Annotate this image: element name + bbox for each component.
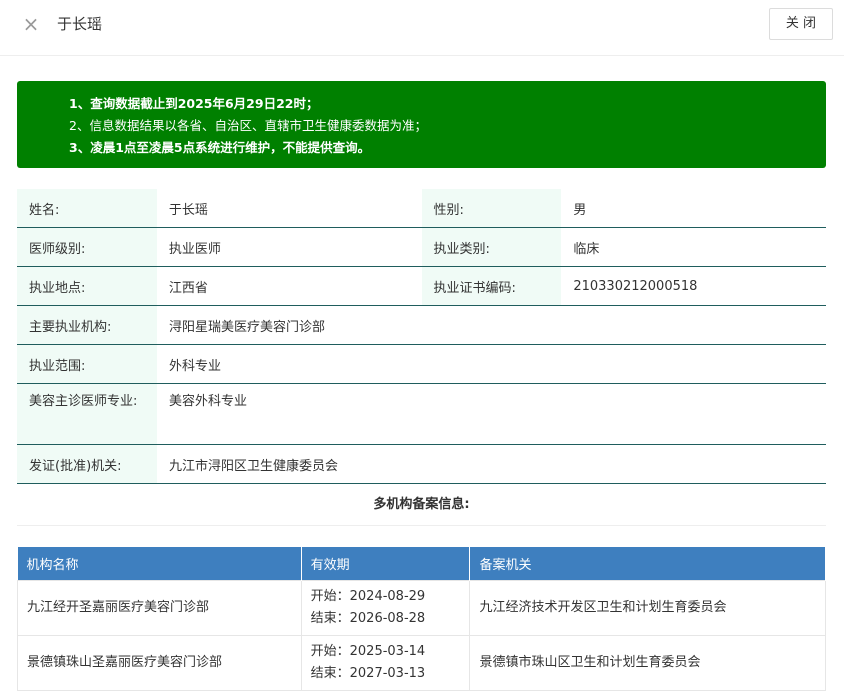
cosmetic-label: 美容主诊医师专业: [17,384,157,444]
authority-cell: 景德镇市珠山区卫生和计划生育委员会 [469,634,826,691]
authority-cell: 九江经济技术开发区卫生和计划生育委员会 [469,579,826,636]
issuer-value: 九江市浔阳区卫生健康委员会 [169,458,339,474]
location-label: 执业地点: [17,267,157,305]
close-button[interactable]: 关 闭 [769,8,833,40]
col-header-authority: 备案机关 [469,547,826,580]
category-value: 临床 [573,241,600,257]
doctor-info-table: 姓名: 于长瑶 性别: 男 医师级别: 执业医师 执业类别: 临床 执业地点: … [17,189,826,484]
info-row-name: 姓名: 于长瑶 性别: 男 [17,189,826,228]
info-row-scope: 执业范围: 外科专业 [17,345,826,384]
info-row-issuer: 发证(批准)机关: 九江市浔阳区卫生健康委员会 [17,445,826,484]
notice-line-1: 1、查询数据截止到2025年6月29日22时； [69,96,319,111]
col-header-validity: 有效期 [301,547,471,580]
table-header-row: 机构名称 有效期 备案机关 [17,547,826,580]
name-value: 于长瑶 [168,202,208,218]
multi-org-table: 机构名称 有效期 备案机关 九江经开圣嘉丽医疗美容门诊部 开始：2024-08-… [17,547,826,691]
location-value: 江西省 [168,280,208,296]
scope-label: 执业范围: [17,345,157,383]
cosmetic-value: 美容外科专业 [169,394,248,409]
table-row: 九江经开圣嘉丽医疗美容门诊部 开始：2024-08-29 结束：2026-08-… [17,579,826,636]
org-name-cell: 九江经开圣嘉丽医疗美容门诊部 [17,579,302,636]
level-label: 医师级别: [17,228,157,266]
validity-cell: 开始：2024-08-29 结束：2026-08-28 [300,579,471,636]
name-label: 姓名: [17,189,157,227]
validity-end: 结束：2027-03-13 [310,665,426,681]
org-name-cell: 景德镇珠山圣嘉丽医疗美容门诊部 [17,634,302,691]
gender-value: 男 [573,202,587,218]
dialog-title: 于长瑶 [57,15,103,33]
table-row: 景德镇珠山圣嘉丽医疗美容门诊部 开始：2025-03-14 结束：2027-03… [17,634,826,691]
info-row-location: 执业地点: 江西省 执业证书编码: 210330212000518 [17,267,826,306]
issuer-label: 发证(批准)机关: [17,445,157,483]
validity-cell: 开始：2025-03-14 结束：2027-03-13 [300,634,471,691]
notice-line-3: 3、凌晨1点至凌晨5点系统进行维护，不能提供查询。 [69,140,371,155]
info-row-cosmetic: 美容主诊医师专业: 美容外科专业 [17,384,826,445]
validity-end: 结束：2026-08-28 [310,610,426,626]
multi-org-title: 多机构备案信息: [17,484,826,526]
notice-banner: 1、查询数据截止到2025年6月29日22时； 2、信息数据结果以各省、自治区、… [17,81,826,168]
scope-value: 外科专业 [169,358,222,374]
notice-line-2: 2、信息数据结果以各省、自治区、直辖市卫生健康委数据为准； [69,118,427,133]
category-label: 执业类别: [421,228,562,266]
validity-start: 开始：2024-08-29 [310,588,426,604]
close-icon[interactable]: × [22,14,40,34]
info-row-level: 医师级别: 执业医师 执业类别: 临床 [17,228,826,267]
level-value: 执业医师 [168,241,221,257]
col-header-name: 机构名称 [17,547,302,580]
validity-start: 开始：2025-03-14 [310,643,426,659]
gender-label: 性别: [421,189,562,227]
cert-value: 210330212000518 [573,278,698,294]
cert-label: 执业证书编码: [421,267,562,305]
org-label: 主要执业机构: [17,306,157,344]
org-value: 浔阳星瑞美医疗美容门诊部 [169,319,326,335]
info-row-org: 主要执业机构: 浔阳星瑞美医疗美容门诊部 [17,306,826,345]
dialog-header: × 于长瑶 关 闭 [0,0,844,56]
